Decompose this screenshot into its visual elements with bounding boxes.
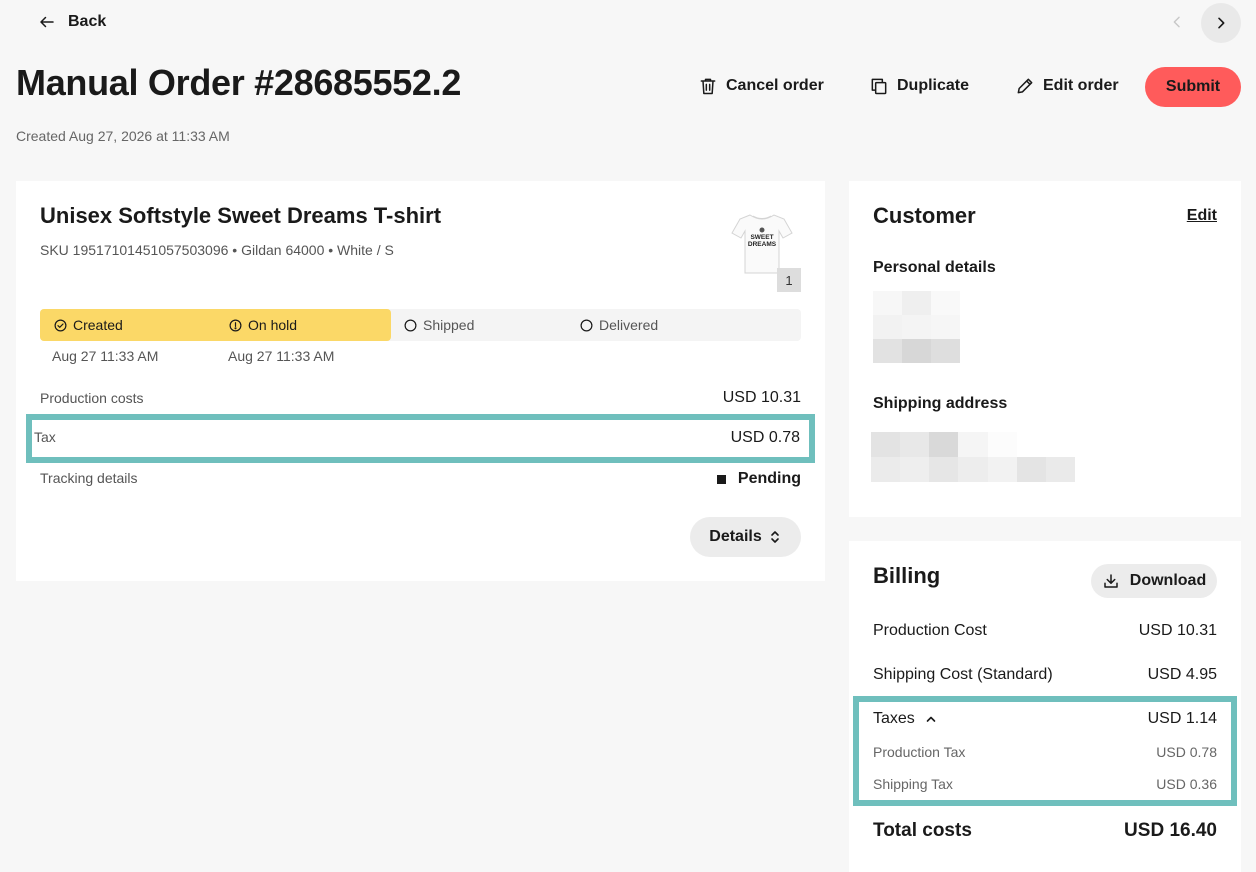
order-item-card: Unisex Softstyle Sweet Dreams T-shirt SK… <box>16 181 825 581</box>
cancel-order-label: Cancel order <box>726 77 824 94</box>
customer-card: Customer Edit Personal details Shipping … <box>849 181 1241 517</box>
shipping-cost-label: Shipping Cost (Standard) <box>873 666 1053 683</box>
taxes-label: Taxes <box>873 710 915 727</box>
check-circle-icon <box>54 319 67 331</box>
product-title: Unisex Softstyle Sweet Dreams T-shirt <box>40 203 442 228</box>
back-label: Back <box>68 13 107 30</box>
tracking-details-label: Tracking details <box>40 470 138 486</box>
step-created-label: Created <box>73 317 123 333</box>
redacted-personal-details <box>873 291 960 363</box>
taxes-toggle[interactable]: Taxes <box>873 710 937 728</box>
status-tracker: Created On hold Shipped Delivered <box>40 309 801 341</box>
trash-icon <box>700 78 716 95</box>
total-costs-value: USD 16.40 <box>1124 820 1217 841</box>
customer-title: Customer <box>873 203 976 228</box>
download-button[interactable]: Download <box>1091 564 1217 598</box>
shipping-cost-value: USD 4.95 <box>1147 666 1217 683</box>
created-timestamp: Created Aug 27, 2026 at 11:33 AM <box>16 128 230 144</box>
download-label: Download <box>1129 572 1207 589</box>
chevron-up-icon <box>926 716 936 722</box>
status-square-icon <box>716 474 726 484</box>
production-costs-value: USD 10.31 <box>722 389 801 406</box>
step-shipped-label: Shipped <box>423 317 475 333</box>
previous-order-button[interactable] <box>1165 10 1189 34</box>
duplicate-button[interactable]: Duplicate <box>869 66 969 106</box>
back-button[interactable]: Back <box>38 10 106 34</box>
total-costs-label: Total costs <box>873 820 972 841</box>
tax-value: USD 0.78 <box>730 429 800 446</box>
tracking-status-label: Pending <box>737 470 801 487</box>
shipping-address-heading: Shipping address <box>873 395 1008 412</box>
taxes-value: USD 1.14 <box>1147 710 1217 727</box>
step-shipped: Shipped <box>404 309 474 341</box>
tracking-status: Pending <box>716 470 801 488</box>
details-button[interactable]: Details <box>690 517 801 557</box>
edit-order-button[interactable]: Edit order <box>1015 66 1119 106</box>
billing-card: Billing Download Production Cost USD 10.… <box>849 541 1241 872</box>
circle-icon <box>580 319 593 331</box>
production-cost-label: Production Cost <box>873 622 987 639</box>
shipping-tax-value: USD 0.36 <box>1156 776 1217 792</box>
chevron-right-icon <box>1218 17 1225 29</box>
redacted-shipping-address <box>871 432 1075 482</box>
production-costs-label: Production costs <box>40 390 144 406</box>
tax-label: Tax <box>34 429 56 445</box>
chevron-up-down-icon <box>770 531 779 543</box>
page-title: Manual Order #28685552.2 <box>16 62 462 103</box>
pencil-icon <box>1017 78 1033 94</box>
step-on-hold-label: On hold <box>248 317 298 333</box>
info-circle-icon <box>229 319 242 331</box>
product-sku: SKU 19517101451057503096 • Gildan 64000 … <box>40 242 394 258</box>
production-tax-value: USD 0.78 <box>1156 744 1217 760</box>
customer-edit-link[interactable]: Edit <box>1187 207 1217 225</box>
chevron-left-icon <box>1173 16 1180 28</box>
download-icon <box>1104 574 1118 588</box>
next-order-button[interactable] <box>1201 3 1241 43</box>
cancel-order-button[interactable]: Cancel order <box>698 66 824 106</box>
shipping-tax-label: Shipping Tax <box>873 776 953 792</box>
arrow-left-icon <box>40 16 54 28</box>
production-cost-value: USD 10.31 <box>1138 622 1217 639</box>
svg-text:SWEET: SWEET <box>750 234 773 241</box>
tax-highlight <box>26 414 815 463</box>
step-delivered: Delivered <box>580 309 658 341</box>
step-delivered-label: Delivered <box>599 317 659 333</box>
details-label: Details <box>709 528 762 545</box>
copy-icon <box>871 78 887 95</box>
svg-text:DREAMS: DREAMS <box>748 241 777 248</box>
step-created: Created <box>54 309 123 341</box>
step-on-hold: On hold <box>229 309 297 341</box>
production-tax-label: Production Tax <box>873 744 966 760</box>
step-on-hold-date: Aug 27 11:33 AM <box>228 348 335 364</box>
submit-button[interactable]: Submit <box>1145 67 1241 107</box>
circle-icon <box>404 319 417 331</box>
step-created-date: Aug 27 11:33 AM <box>52 348 159 364</box>
duplicate-label: Duplicate <box>897 77 970 94</box>
quantity-badge: 1 <box>777 268 801 292</box>
edit-order-label: Edit order <box>1043 77 1119 94</box>
personal-details-heading: Personal details <box>873 259 996 276</box>
billing-title: Billing <box>873 563 941 588</box>
